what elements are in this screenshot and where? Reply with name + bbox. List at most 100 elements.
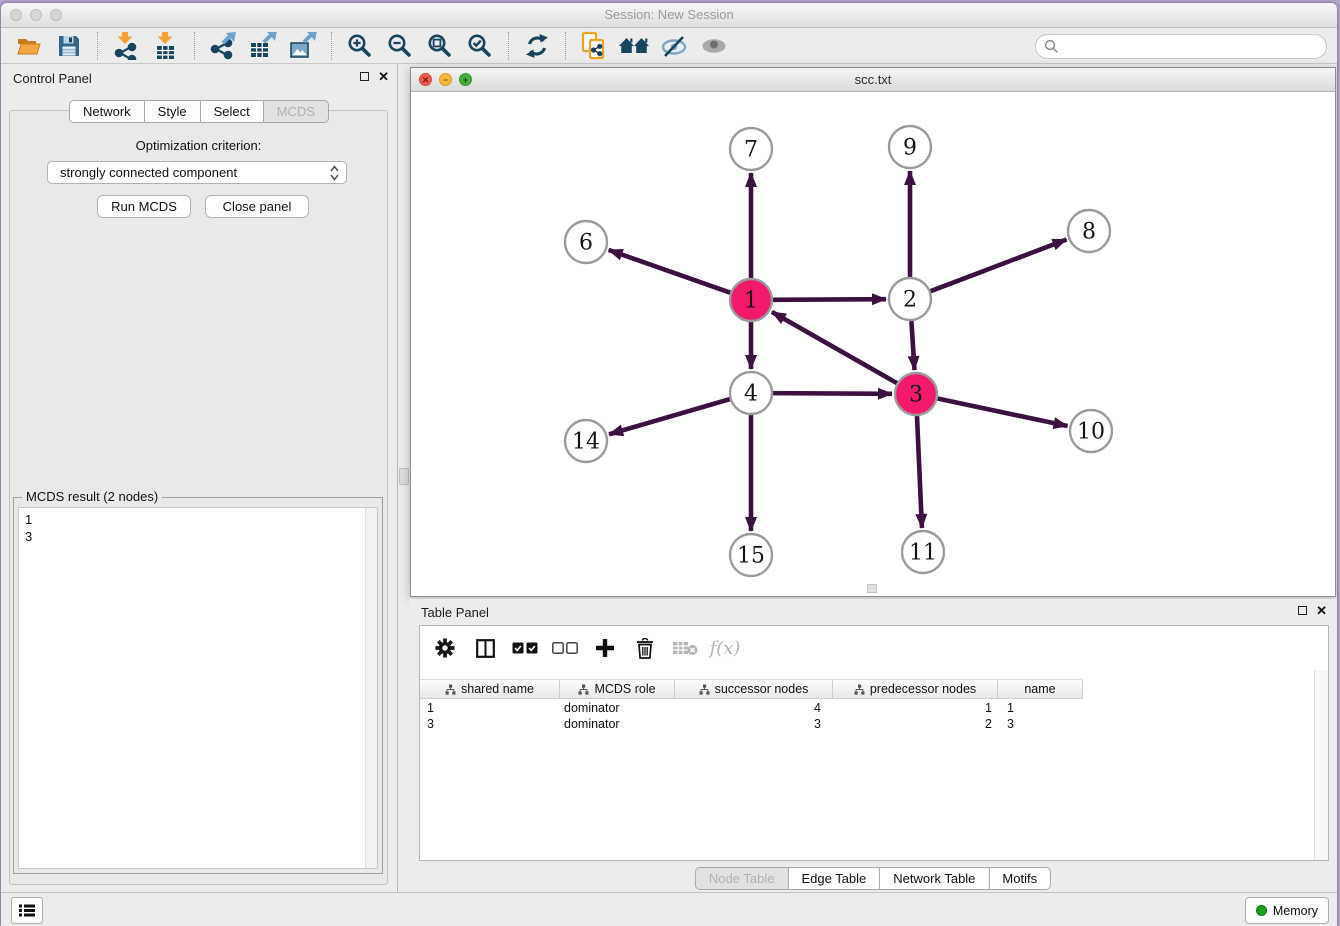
panel-splitter[interactable] [398, 64, 409, 893]
graph-edge[interactable] [772, 312, 897, 383]
column-header-successor-nodes[interactable]: successor nodes [675, 679, 833, 699]
run-mcds-button[interactable]: Run MCDS [97, 195, 191, 218]
graph-edge[interactable] [773, 393, 892, 394]
import-network-button[interactable] [106, 30, 146, 62]
network-canvas[interactable]: 7968124314101511 [411, 91, 1335, 596]
window-title: Session: New Session [1, 7, 1337, 22]
table-cell: 3 [420, 716, 560, 732]
fx-icon: f(x) [710, 638, 741, 659]
export-table-button[interactable] [243, 30, 283, 62]
table-cell: dominator [560, 700, 675, 716]
mcds-result-fieldset: MCDS result (2 nodes) 1 3 [13, 497, 383, 874]
table-cell: 4 [675, 700, 833, 716]
table-row[interactable]: 3dominator323 [420, 716, 1314, 732]
splitter-grip[interactable] [399, 468, 409, 485]
graph-edge[interactable] [609, 250, 731, 293]
split-view-button[interactable] [472, 635, 498, 661]
search-icon [1044, 39, 1059, 54]
zoom-selected-button[interactable] [460, 30, 500, 62]
float-panel-icon[interactable] [360, 72, 369, 81]
result-scrollbar[interactable] [365, 508, 377, 868]
select-stepper-icon [330, 165, 339, 188]
tab-network[interactable]: Network [69, 100, 145, 123]
export-network-button[interactable] [203, 30, 243, 62]
network-graph[interactable]: 7968124314101511 [411, 91, 1335, 596]
table-settings-button[interactable] [432, 635, 458, 661]
select-all-button[interactable] [512, 635, 538, 661]
plus-icon [595, 638, 615, 658]
graph-edge[interactable] [938, 399, 1068, 426]
search-input[interactable] [1035, 34, 1327, 59]
function-builder-button[interactable]: f(x) [712, 635, 738, 661]
column-label: shared name [461, 682, 534, 696]
save-floppy-icon [57, 34, 81, 58]
import-table-icon [153, 32, 179, 60]
close-panel-button[interactable]: Close panel [205, 195, 309, 218]
column-header-predecessor-nodes[interactable]: predecessor nodes [833, 679, 998, 699]
toolbar-separator [331, 32, 332, 60]
hide-graphics-details-button[interactable] [654, 30, 694, 62]
tab-motifs[interactable]: Motifs [988, 867, 1051, 890]
refresh-icon [524, 33, 550, 59]
task-history-button[interactable] [11, 897, 43, 924]
graph-edge[interactable] [609, 399, 730, 434]
delete-table-button[interactable] [672, 635, 698, 661]
graph-edge[interactable] [773, 299, 886, 300]
column-label: name [1024, 682, 1055, 696]
import-table-button[interactable] [146, 30, 186, 62]
tab-network-table[interactable]: Network Table [879, 867, 989, 890]
memory-indicator [1256, 905, 1267, 916]
table-panel: Table Panel ✕ [409, 599, 1337, 893]
float-table-panel-icon[interactable] [1298, 606, 1307, 615]
close-table-panel-icon[interactable]: ✕ [1316, 604, 1327, 617]
view-resize-grip[interactable] [867, 584, 877, 593]
export-image-button[interactable] [283, 30, 323, 62]
gear-icon [435, 638, 455, 658]
tab-edge-table[interactable]: Edge Table [787, 867, 880, 890]
table-toolbar: f(x) [420, 626, 1328, 670]
table-cell: 1 [833, 700, 998, 716]
eye-slash-icon [660, 33, 688, 59]
tab-style[interactable]: Style [144, 100, 201, 123]
control-panel-title: Control Panel [13, 71, 92, 86]
graph-edge[interactable] [931, 240, 1067, 292]
table-scrollbar[interactable] [1314, 670, 1328, 860]
table-row[interactable]: 1dominator411 [420, 700, 1314, 716]
graph-node-label: 8 [1082, 220, 1096, 245]
column-header-mcds-role[interactable]: MCDS role [560, 679, 675, 699]
main-titlebar: Session: New Session [1, 3, 1337, 28]
graph-edge[interactable] [917, 416, 922, 528]
column-header-name[interactable]: name [998, 679, 1083, 699]
delete-columns-button[interactable] [632, 635, 658, 661]
zoom-out-button[interactable] [380, 30, 420, 62]
memory-button[interactable]: Memory [1245, 897, 1329, 924]
zoom-in-icon [347, 33, 373, 59]
column-header-shared-name[interactable]: shared name [420, 679, 560, 699]
export-network-icon [209, 32, 237, 60]
network-window-titlebar: ✕ − + scc.txt [411, 68, 1335, 92]
toolbar-separator [194, 32, 195, 60]
save-session-button[interactable] [49, 30, 89, 62]
home-layout-button[interactable] [614, 30, 654, 62]
graph-node-label: 10 [1077, 420, 1105, 445]
zoom-fit-icon [427, 33, 453, 59]
refresh-layout-button[interactable] [517, 30, 557, 62]
mcds-result-area[interactable]: 1 3 [18, 507, 378, 869]
close-panel-icon[interactable]: ✕ [378, 70, 389, 83]
optimization-criterion-label: Optimization criterion: [10, 138, 387, 153]
table-panel-title: Table Panel [421, 605, 489, 620]
copy-current-view-button[interactable] [574, 30, 614, 62]
table-cell: 3 [675, 716, 833, 732]
zoom-in-button[interactable] [340, 30, 380, 62]
show-graphics-details-button[interactable] [694, 30, 734, 62]
graph-edge[interactable] [911, 321, 914, 370]
table-cell: 2 [833, 716, 998, 732]
tab-select[interactable]: Select [200, 100, 264, 123]
zoom-fit-button[interactable] [420, 30, 460, 62]
deselect-all-button[interactable] [552, 635, 578, 661]
open-session-button[interactable] [9, 30, 49, 62]
control-panel-header: Control Panel ✕ [1, 64, 397, 92]
add-column-button[interactable] [592, 635, 618, 661]
criterion-select[interactable]: strongly connected component [47, 161, 347, 184]
import-network-icon [113, 32, 139, 60]
